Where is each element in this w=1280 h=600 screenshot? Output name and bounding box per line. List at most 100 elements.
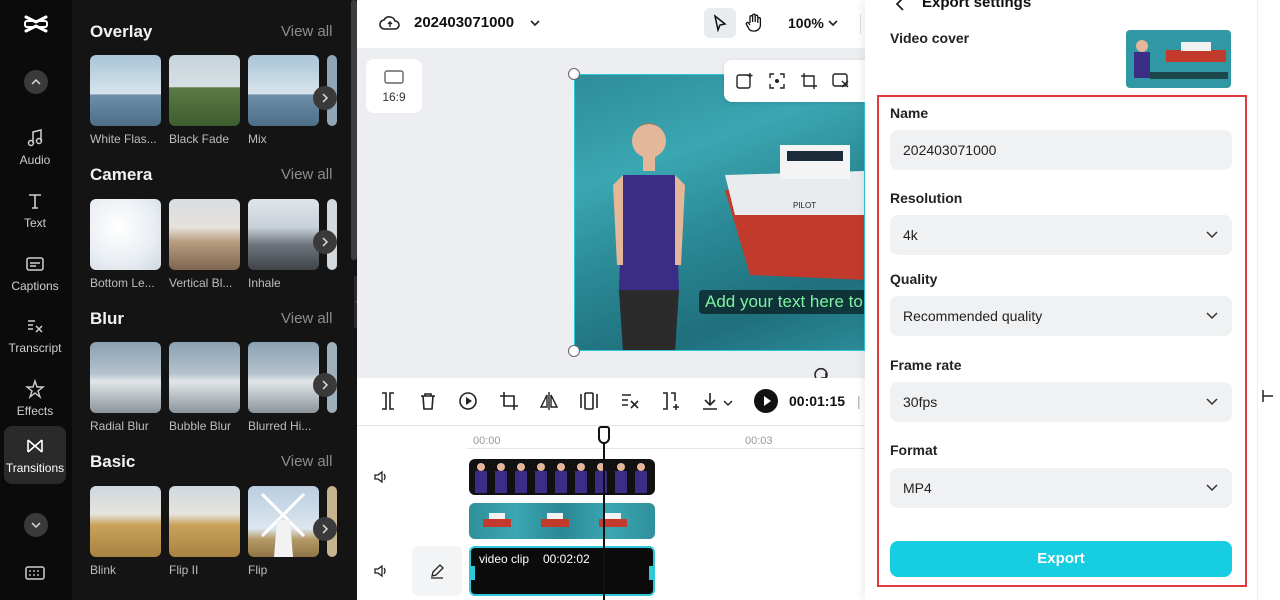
chevron-down-icon[interactable] [723,398,733,408]
thumb-image [90,486,161,557]
resize-handle-top-left[interactable] [568,68,580,80]
sidebar-item-captions[interactable]: Captions [4,244,66,302]
right-edge-panel [1257,0,1280,600]
delete-icon[interactable] [417,390,439,412]
view-all-basic-link[interactable]: View all [281,453,332,470]
fit-frame-icon[interactable] [768,72,786,90]
thumb-image [169,342,240,413]
export-settings-panel: Export settings Video cover Name 2024030… [865,0,1257,600]
playhead-line[interactable] [603,430,605,600]
transition-thumb[interactable]: Bubble Blur [169,342,240,433]
transition-thumb[interactable]: Blink [90,486,161,577]
flip-icon[interactable] [538,390,560,412]
transition-thumb[interactable]: Bottom Le... [90,199,161,290]
clip-trim-handle-right[interactable] [649,566,653,580]
frame-rate-select[interactable]: 30fps [890,382,1232,422]
editor-topbar: 202403071000 100% [357,0,865,48]
transition-thumb[interactable]: Black Fade [169,55,240,146]
remove-background-icon[interactable] [832,72,850,90]
thumb-image [169,55,240,126]
clip-trim-handle-left[interactable] [471,566,475,580]
thumb-image [248,55,319,126]
sidebar-item-audio[interactable]: Audio [4,118,66,176]
sidebar-item-effects[interactable]: Effects [4,369,66,427]
chevron-down-icon[interactable] [529,17,541,29]
blur-next-button[interactable] [313,373,337,397]
cloud-upload-icon[interactable] [379,13,401,33]
chevron-down-icon[interactable] [827,17,839,29]
resize-handle-bottom-left[interactable] [568,345,580,357]
view-all-overlay-link[interactable]: View all [281,23,332,40]
remove-bg-icon[interactable] [619,390,641,412]
keyboard-icon[interactable] [24,562,46,584]
format-select[interactable]: MP4 [890,468,1232,508]
resolution-select[interactable]: 4k [890,215,1232,255]
view-all-camera-link[interactable]: View all [281,166,332,183]
sidebar-item-text[interactable]: Text [4,181,66,239]
sidebar-item-label: Transcript [8,340,62,355]
export-button[interactable]: Export [890,541,1232,577]
transcript-icon [28,319,43,333]
background-video-track[interactable] [469,503,655,539]
edit-clip-button[interactable] [412,546,462,596]
rail-scroll-down-button[interactable] [24,513,48,537]
thumb-label: White Flas... [90,132,157,146]
panel-toggle-icon[interactable] [1260,388,1276,404]
sidebar-item-label: Audio [19,152,51,167]
transition-thumb[interactable]: Flip II [169,486,240,577]
sidebar-item-label: Captions [11,278,59,293]
transition-thumb[interactable]: Inhale [248,199,319,290]
hand-icon[interactable] [745,13,763,33]
play-button[interactable] [754,389,778,413]
download-icon[interactable] [699,390,721,412]
chevron-right-icon [322,524,329,534]
transition-thumb[interactable]: Vertical Bl... [169,199,240,290]
video-clip-track[interactable]: video clip 00:02:02 [469,546,655,596]
transition-thumb[interactable]: Mix [248,55,319,146]
zoom-level[interactable]: 100% [788,15,824,31]
frame-rate-value: 30fps [903,394,938,410]
chevron-down-icon [31,522,41,529]
smart-cut-icon[interactable] [659,390,681,412]
video-cover-thumbnail[interactable] [1126,30,1231,88]
back-arrow-icon[interactable] [893,0,909,12]
canvas-caption-text[interactable]: Add your text here to [699,290,864,314]
name-value: 202403071000 [903,142,997,158]
name-input[interactable]: 202403071000 [890,130,1232,170]
resolution-value: 4k [903,227,918,243]
transition-thumb[interactable]: Flip [248,486,319,577]
overlay-thumb-row: White Flas... Black Fade Mix [90,55,337,146]
split-icon[interactable] [377,390,399,412]
crop-icon[interactable] [498,390,520,412]
view-all-blur-link[interactable]: View all [281,310,332,327]
transitions-panel: Overlay View all White Flas... Black Fad… [72,0,357,600]
blur-thumb-row: Radial Blur Bubble Blur Blurred Hi... [90,342,337,433]
capcut-logo-icon[interactable] [22,10,50,38]
project-name[interactable]: 202403071000 [414,14,514,31]
basic-next-button[interactable] [313,517,337,541]
sidebar-item-transitions[interactable]: Transitions [4,426,66,484]
sidebar-item-label: Text [23,215,46,230]
transition-thumb[interactable]: White Flas... [90,55,161,146]
playhead-handle[interactable] [598,426,610,444]
crop-icon[interactable] [800,72,818,90]
camera-next-button[interactable] [313,230,337,254]
freeze-frame-icon[interactable] [578,390,600,412]
music-note-icon [27,128,43,146]
transition-thumb[interactable]: Radial Blur [90,342,161,433]
sidebar-item-transcript[interactable]: Transcript [4,306,66,364]
speed-icon[interactable] [457,390,479,412]
sidebar-item-label: Transitions [5,460,65,475]
transition-thumb[interactable]: Blurred Hi... [248,342,319,433]
volume-icon[interactable] [373,470,389,484]
aspect-ratio-button[interactable]: 16:9 [366,59,422,113]
windmill-illustration [260,492,306,557]
quality-select[interactable]: Recommended quality [890,296,1232,336]
avatar-track[interactable] [469,459,655,495]
overlay-next-button[interactable] [313,86,337,110]
volume-icon[interactable] [373,564,389,578]
rail-scroll-up-button[interactable] [24,70,48,94]
select-tool-button[interactable] [704,8,736,38]
video-preview[interactable]: PILOT Add your text here to [574,74,865,351]
add-image-icon[interactable] [736,72,754,90]
